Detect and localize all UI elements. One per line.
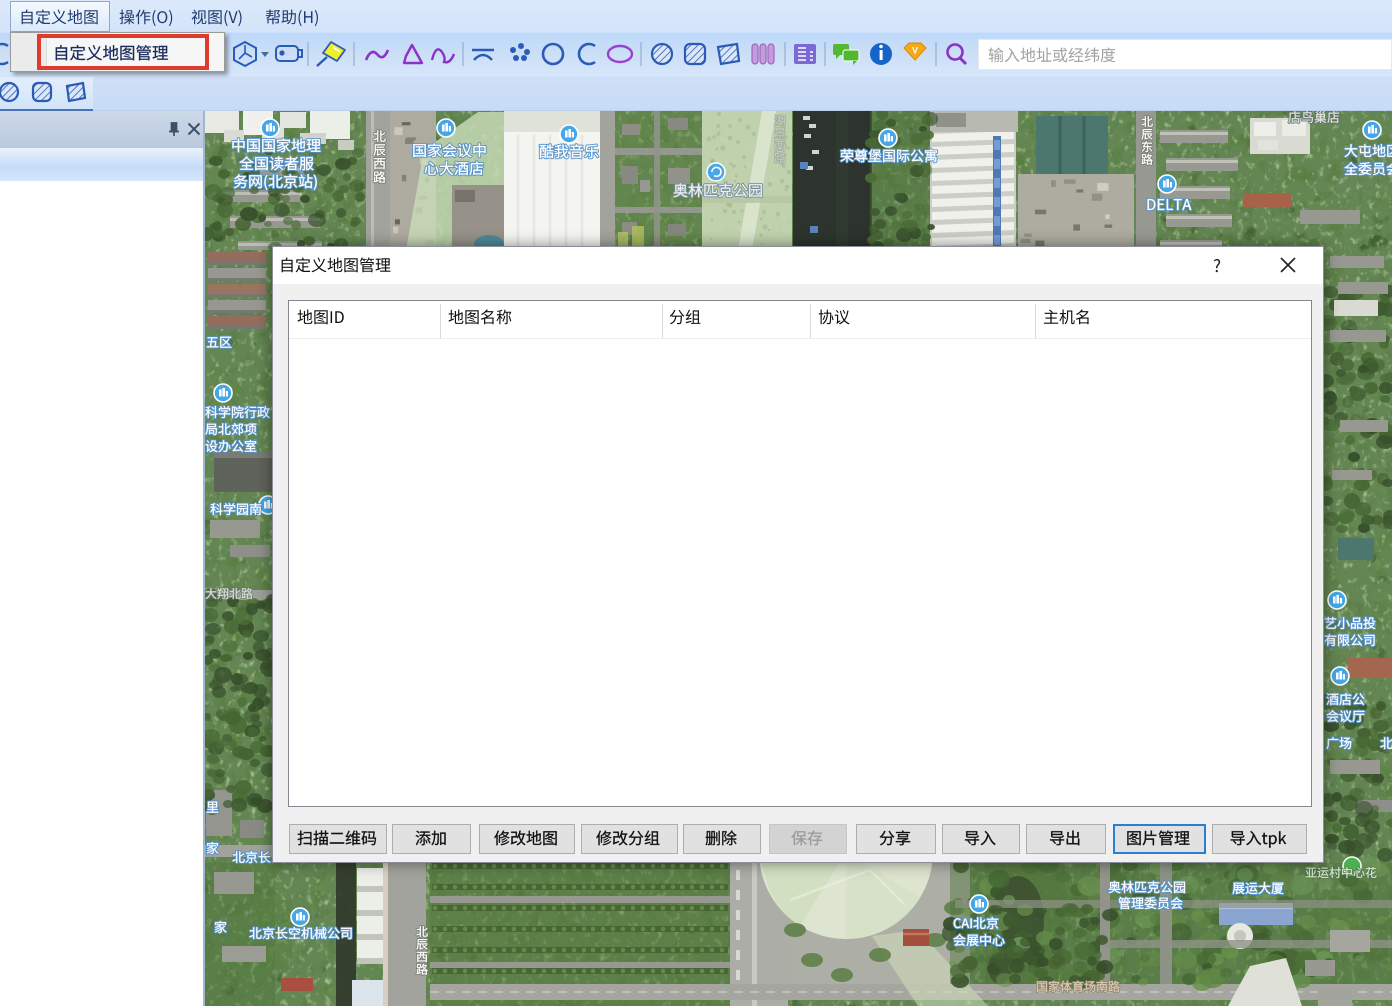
- svg-text:V: V: [912, 46, 918, 56]
